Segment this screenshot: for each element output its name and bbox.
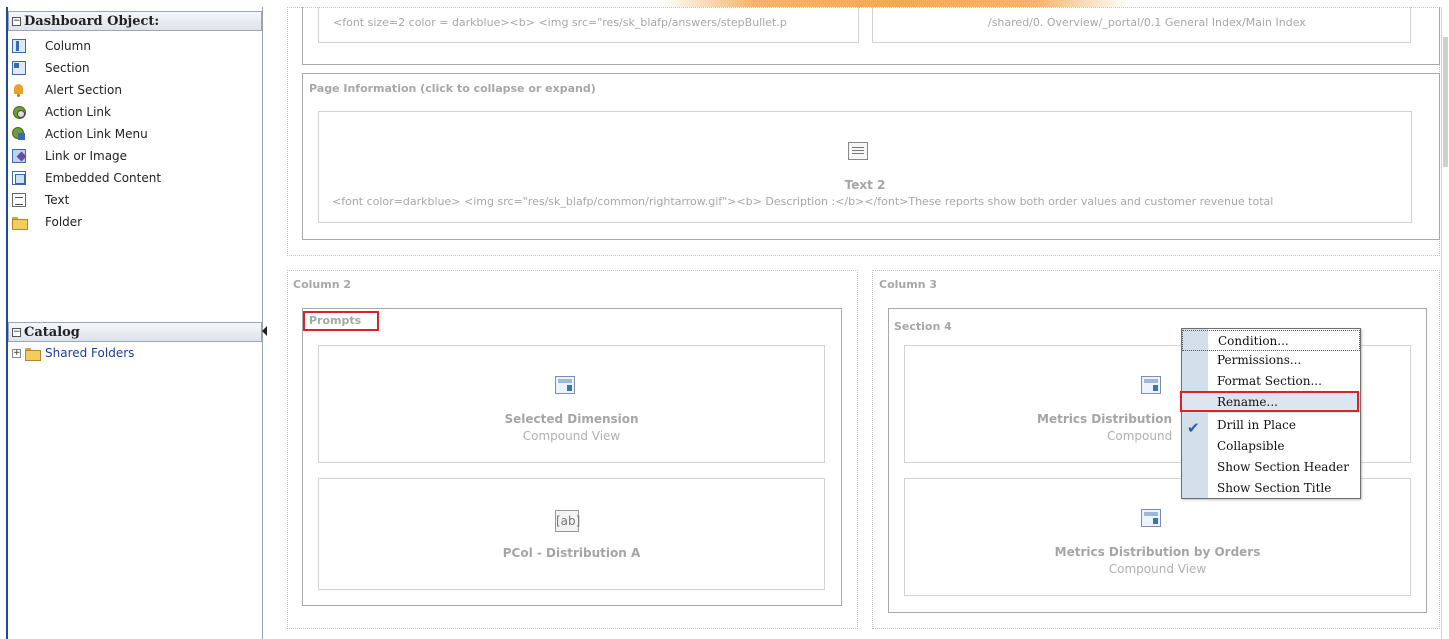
menu-item-collapsible[interactable]: Collapsible: [1182, 436, 1360, 457]
view-title: Selected Dimension: [504, 412, 639, 426]
view-subtitle: Compound: [1107, 429, 1173, 443]
page-information-title[interactable]: Page Information (click to collapse or e…: [309, 82, 596, 95]
prompts-highlight-box: [303, 311, 379, 331]
compound-view-icon: [555, 376, 575, 394]
view-subtitle: Compound View: [1108, 562, 1207, 576]
menu-item-label: Collapsible: [1217, 439, 1285, 453]
top-accent-bar: [660, 0, 1130, 7]
dashboard-objects-list: Column Section Alert Section Action Link…: [12, 35, 260, 233]
folder-icon: [12, 215, 28, 230]
object-label: Column: [45, 39, 91, 53]
menu-item-permissions[interactable]: Permissions...: [1182, 350, 1360, 371]
section-icon: [12, 61, 26, 75]
dashboard-objects-title: Dashboard Object:: [24, 13, 160, 29]
expand-plus-icon[interactable]: +: [12, 348, 21, 358]
scrollbar-thumb[interactable]: [1443, 37, 1448, 167]
object-label: Alert Section: [45, 83, 122, 97]
text-icon: [12, 193, 26, 207]
object-alert-section[interactable]: Alert Section: [12, 79, 260, 101]
object-label: Text: [45, 193, 70, 207]
action-link-icon: [12, 105, 26, 119]
compound-view-icon: [1141, 376, 1161, 394]
column-2-label[interactable]: Column 2: [293, 278, 351, 291]
text-2-title: Text 2: [844, 178, 886, 192]
menu-item-condition[interactable]: Condition...: [1182, 330, 1360, 351]
menu-item-show-section-header[interactable]: Show Section Header: [1182, 457, 1360, 478]
top-right-view-text: /shared/0. Overview/_portal/0.1 General …: [988, 16, 1306, 29]
object-label: Embedded Content: [45, 171, 162, 185]
top-right-view[interactable]: /shared/0. Overview/_portal/0.1 General …: [872, 7, 1411, 43]
alert-section-icon: [12, 83, 26, 97]
menu-item-label: Show Section Header: [1217, 460, 1349, 474]
object-folder[interactable]: Folder: [12, 211, 260, 233]
catalog-title: Catalog: [24, 324, 80, 340]
view-title: Metrics Distribution: [1037, 412, 1173, 426]
text-2-view[interactable]: Text 2 <font color=darkblue> <img src="r…: [318, 111, 1412, 223]
menu-item-drill-in-place[interactable]: ✔ Drill in Place: [1182, 415, 1360, 437]
compound-view-icon: [1141, 509, 1161, 527]
menu-item-label: Condition...: [1218, 334, 1289, 348]
object-column[interactable]: Column: [12, 35, 260, 57]
prompt-ab-icon: [ab]: [555, 510, 580, 532]
view-title: Metrics Distribution by Orders: [1054, 545, 1261, 559]
section-4-title[interactable]: Section 4: [894, 320, 952, 333]
action-link-menu-icon: [12, 127, 26, 141]
folder-icon: [25, 346, 41, 361]
pcol-distribution-view[interactable]: [ab] PCol - Distribution A: [318, 478, 825, 590]
object-label: Action Link: [45, 105, 111, 119]
view-subtitle: Compound View: [522, 429, 621, 443]
object-action-link[interactable]: Action Link: [12, 101, 260, 123]
menu-item-format-section[interactable]: Format Section...: [1182, 371, 1360, 392]
top-left-view-text: <font size=2 color = darkblue><b> <img s…: [333, 16, 787, 29]
menu-item-label: Permissions...: [1217, 353, 1302, 367]
object-embedded-content[interactable]: Embedded Content: [12, 167, 260, 189]
object-action-link-menu[interactable]: Action Link Menu: [12, 123, 260, 145]
embedded-content-icon: [12, 171, 26, 185]
menu-item-show-section-title[interactable]: Show Section Title: [1182, 478, 1360, 499]
object-link-or-image[interactable]: Link or Image: [12, 145, 260, 167]
menu-item-label: Show Section Title: [1217, 481, 1332, 495]
object-text[interactable]: Text: [12, 189, 260, 211]
object-label: Action Link Menu: [45, 127, 148, 141]
object-label: Section: [45, 61, 90, 75]
vertical-scrollbar[interactable]: [1441, 7, 1449, 639]
catalog-item-label[interactable]: Shared Folders: [45, 346, 134, 360]
object-label: Folder: [45, 215, 83, 229]
selected-dimension-view[interactable]: Selected Dimension Compound View: [318, 345, 825, 463]
link-or-image-icon: [12, 149, 26, 163]
collapse-toggle-icon[interactable]: −: [12, 16, 21, 26]
object-label: Link or Image: [45, 149, 128, 163]
column-icon: [12, 39, 26, 53]
catalog-tree-item[interactable]: + Shared Folders: [12, 345, 134, 361]
collapse-toggle-icon[interactable]: −: [12, 327, 21, 337]
menu-item-label: Drill in Place: [1217, 418, 1296, 432]
dashboard-objects-header[interactable]: − Dashboard Object:: [8, 11, 262, 31]
text-view-icon: [848, 142, 868, 160]
menu-item-label: Format Section...: [1217, 374, 1322, 388]
top-left-view[interactable]: <font size=2 color = darkblue><b> <img s…: [318, 7, 859, 43]
object-section[interactable]: Section: [12, 57, 260, 79]
dashboard-editor: − Dashboard Object: Column Section Alert…: [0, 0, 1449, 639]
sidebar-splitter[interactable]: [262, 7, 263, 639]
collapse-sidebar-arrow-icon[interactable]: [262, 326, 267, 336]
view-title: PCol - Distribution A: [502, 546, 641, 560]
rename-highlight-box: [1180, 391, 1359, 412]
column-3-label[interactable]: Column 3: [879, 278, 937, 291]
section-context-menu: Condition... Permissions... Format Secti…: [1181, 328, 1361, 499]
catalog-header[interactable]: − Catalog: [8, 322, 262, 342]
text-2-content: <font color=darkblue> <img src="res/sk_b…: [332, 195, 1274, 208]
